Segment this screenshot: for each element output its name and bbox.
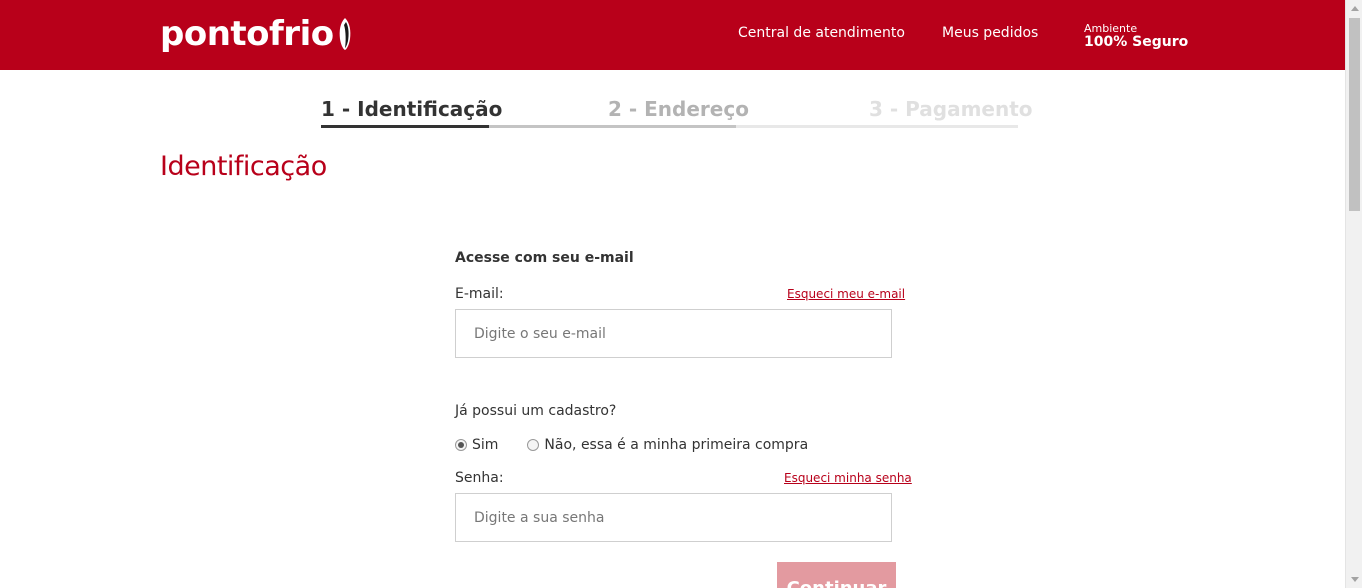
radio-nao[interactable] — [527, 439, 540, 451]
password-label: Senha: — [455, 470, 504, 486]
radio-sim[interactable] — [455, 439, 467, 451]
secure-badge-small: Ambiente — [1084, 22, 1138, 35]
forgot-password-link[interactable]: Esqueci minha senha — [784, 471, 912, 485]
meus-pedidos-link[interactable]: Meus pedidos — [942, 25, 1038, 41]
logo-text: pontofrio — [160, 14, 334, 54]
scroll-down-icon[interactable] — [1346, 571, 1362, 588]
central-atendimento-link[interactable]: Central de atendimento — [738, 25, 905, 41]
email-input[interactable] — [455, 309, 892, 358]
step-endereco: 2 - Endereço — [608, 97, 749, 121]
scroll-up-icon[interactable] — [1346, 0, 1362, 17]
step-identificacao: 1 - Identificação — [321, 97, 503, 121]
page-scrollbar[interactable] — [1345, 0, 1362, 588]
radio-nao-label[interactable]: Não, essa é a minha primeira compra — [544, 437, 808, 453]
forgot-email-link[interactable]: Esqueci meu e-mail — [787, 287, 905, 301]
radio-selected-dot — [458, 442, 464, 448]
email-label: E-mail: — [455, 286, 504, 302]
secure-badge: Ambiente 100% Seguro — [1084, 23, 1188, 49]
radio-sim-label[interactable]: Sim — [472, 437, 498, 453]
step-progress-active — [321, 125, 489, 128]
section-title: Acesse com seu e-mail — [455, 250, 634, 266]
checkout-steps: 1 - Identificação 2 - Endereço 3 - Pagam… — [321, 96, 1033, 128]
account-radio-group: Sim Não, essa é a minha primeira compra — [455, 437, 808, 453]
pontofrio-logo[interactable]: pontofrio — [160, 14, 352, 54]
site-header: pontofrio Central de atendimento Meus pe… — [0, 0, 1345, 70]
has-account-question: Já possui um cadastro? — [455, 403, 617, 419]
scrollbar-thumb[interactable] — [1349, 18, 1360, 211]
page-title: Identificação — [160, 151, 327, 182]
step-progress-future — [736, 125, 1018, 128]
step-progress-next — [489, 125, 736, 128]
continue-button[interactable]: Continuar — [777, 562, 896, 588]
secure-badge-big: 100% Seguro — [1084, 34, 1189, 50]
password-input[interactable] — [455, 493, 892, 542]
step-pagamento: 3 - Pagamento — [869, 97, 1033, 121]
penguin-icon — [339, 18, 350, 50]
